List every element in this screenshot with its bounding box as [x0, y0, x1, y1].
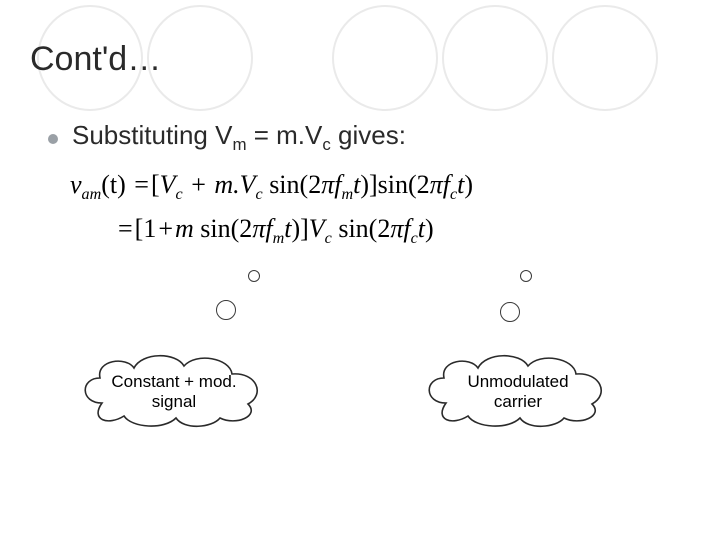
thought-bubble-small-icon [248, 270, 260, 282]
eq1-sin2-open: (2 [408, 170, 430, 199]
eq1-fc: f [443, 170, 450, 199]
eq1-lhs-v: v [70, 170, 82, 199]
eq2-fc-sub: c [411, 230, 418, 247]
callout-left-text: Constant + mod. signal [96, 372, 252, 411]
equation-line-1: vam(t) =[Vc + m.Vc sin(2πfmt)]sin(2πfct) [70, 170, 650, 204]
thought-bubble-medium-icon [500, 302, 520, 322]
eq1-sin1-open: (2 [300, 170, 322, 199]
eq1-lhs-t: (t) [101, 170, 126, 199]
eq2-pi1: π [252, 214, 265, 243]
bullet-seg-1: Substituting V [72, 120, 232, 150]
thought-bubble-small-icon [520, 270, 532, 282]
eq1-lhs-sub: am [82, 186, 102, 203]
eq2-lbrack: [1 [135, 214, 157, 243]
eq2-fc: f [403, 214, 410, 243]
eq2-sin2: sin [338, 214, 368, 243]
eq1-plus: + [189, 170, 208, 199]
background-circles [0, 0, 720, 540]
eq1-mVc-sub: c [256, 186, 263, 203]
eq1-sin1: sin [269, 170, 299, 199]
bullet-seg-2: = m.V [247, 120, 323, 150]
bullet-dot-icon [48, 134, 58, 144]
callout-left-line-1: Constant + mod. [111, 372, 236, 391]
eq2-m: m [175, 214, 194, 243]
thought-bubble-medium-icon [216, 300, 236, 320]
eq1-lbrack: [ [151, 170, 160, 199]
slide-title: Cont'd… [30, 40, 161, 79]
eq1-pi1: π [321, 170, 334, 199]
eq1-equals: = [132, 170, 151, 199]
eq2-equals: = [116, 214, 135, 243]
equations: vam(t) =[Vc + m.Vc sin(2πfmt)]sin(2πfct)… [70, 170, 650, 248]
eq2-plus: + [156, 214, 175, 243]
eq2-pi2: π [390, 214, 403, 243]
eq2-close2: ) [425, 214, 434, 243]
eq1-Vc-sub: c [176, 186, 183, 203]
eq1-fm-sub: m [341, 186, 353, 203]
callout-left-line-2: signal [152, 392, 196, 411]
eq1-close1: )] [360, 170, 377, 199]
eq1-mVc: m.V [214, 170, 255, 199]
eq1-Vc: V [160, 170, 176, 199]
eq1-close2: ) [464, 170, 473, 199]
eq2-Vc-sub: c [325, 230, 332, 247]
eq2-t2: t [418, 214, 425, 243]
bullet-seg-3: gives: [331, 120, 406, 150]
bullet-row: Substituting Vm = m.Vc gives: [48, 120, 406, 155]
bullet-sub-1: m [232, 135, 246, 154]
eq2-sin2-open: (2 [369, 214, 391, 243]
eq2-sin1: sin [194, 214, 231, 243]
callout-right-line-1: Unmodulated [467, 372, 568, 391]
equation-line-2: =[1+m sin(2πfmt)]Vc sin(2πfct) [116, 214, 650, 248]
eq1-pi2: π [430, 170, 443, 199]
eq2-sin1-open: (2 [231, 214, 253, 243]
callout-right-line-2: carrier [494, 392, 542, 411]
eq2-fm-sub: m [273, 230, 285, 247]
callout-right-text: Unmodulated carrier [448, 372, 588, 411]
eq2-Vc: V [309, 214, 325, 243]
eq2-fm: f [265, 214, 272, 243]
eq1-sin2: sin [378, 170, 408, 199]
eq2-close1: )] [291, 214, 308, 243]
bullet-sub-2: c [322, 135, 330, 154]
bullet-text: Substituting Vm = m.Vc gives: [72, 120, 406, 155]
